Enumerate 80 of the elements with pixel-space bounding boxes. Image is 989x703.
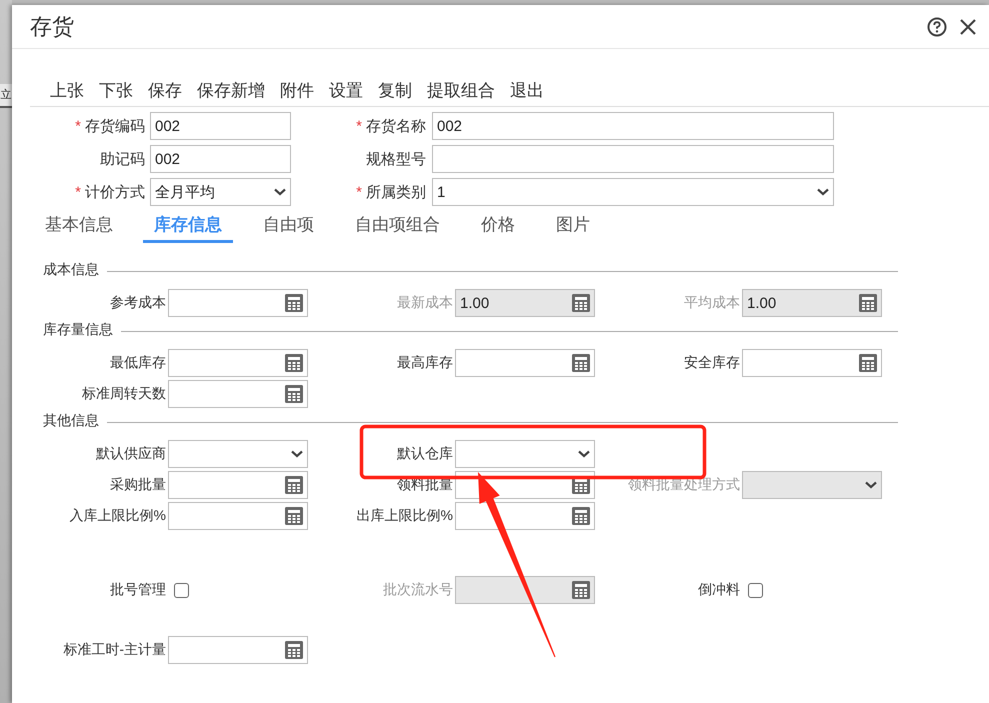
tab[interactable]: 图片 [545,209,601,243]
toolbar-button[interactable]: 保存新增 [197,75,265,106]
section-title: 库存量信息 [43,321,113,339]
chevron-down-icon [865,481,877,489]
close-icon[interactable] [959,18,977,36]
input-field[interactable] [168,289,308,317]
required-mark: * [75,184,81,200]
input-field[interactable] [455,349,595,377]
input-field[interactable] [742,349,882,377]
field-label: 出库上限比例% [356,507,453,525]
required-mark: * [356,184,362,200]
calculator-icon[interactable] [285,294,303,312]
section-title: 其他信息 [43,412,99,430]
toolbar-button[interactable]: 退出 [510,75,544,106]
field-label: 批号管理 [109,581,166,599]
chevron-down-icon [291,450,303,458]
field-label: 参考成本 [109,294,166,312]
input-field[interactable]: 002 [432,112,834,140]
field-label: * 存货编码 [74,116,146,136]
input-field[interactable] [432,145,834,173]
dropdown-field[interactable] [455,440,595,468]
input-field[interactable] [168,380,308,408]
chevron-down-icon [274,188,286,196]
tab[interactable]: 价格 [470,209,526,243]
tab[interactable]: 自由项 [252,209,325,243]
required-mark: * [75,118,81,134]
section-title: 成本信息 [43,261,99,279]
input-field[interactable]: 002 [150,145,291,173]
field-label: 倒冲料 [697,581,740,599]
field-label: 标准工时-主计量 [62,641,166,659]
toolbar-button[interactable]: 上张 [50,75,84,106]
toolbar-button[interactable]: 保存 [148,75,182,106]
calculator-icon[interactable] [285,476,303,494]
calculator-icon[interactable] [859,354,877,372]
chevron-down-icon [578,450,590,458]
dropdown-field[interactable]: 1 [432,178,834,206]
toolbar-button[interactable]: 附件 [280,75,314,106]
field-label: 安全库存 [683,354,740,372]
dropdown-field[interactable]: 全月平均 [150,178,291,206]
input-field[interactable] [168,471,308,499]
field-label: 最新成本 [396,294,453,312]
input-field[interactable] [455,502,595,530]
input-field[interactable] [168,349,308,377]
field-label: * 存货名称 [355,116,427,136]
calculator-icon[interactable] [572,507,590,525]
chevron-down-icon [817,188,829,196]
field-label: 默认仓库 [396,445,453,463]
field-label: 平均成本 [683,294,740,312]
field-label: * 计价方式 [74,182,146,202]
calculator-icon[interactable] [285,385,303,403]
calculator-icon[interactable] [285,507,303,525]
toolbar-button[interactable]: 复制 [378,75,412,106]
input-field[interactable] [168,636,308,664]
field-label: 最低库存 [109,354,166,372]
calculator-icon[interactable] [285,354,303,372]
toolbar-button[interactable]: 提取组合 [427,75,495,106]
field-label: 采购批量 [109,476,166,494]
required-mark: * [356,118,362,134]
field-label: 最高库存 [396,354,453,372]
window-title: 存货 [30,12,75,40]
dropdown-field[interactable] [168,440,308,468]
input-field[interactable] [168,502,308,530]
field-label: 标准周转天数 [81,385,166,403]
background-text: 立 [0,84,12,108]
toolbar-button[interactable]: 下张 [99,75,133,106]
field-label: 助记码 [99,150,146,168]
input-field[interactable]: 002 [150,112,291,140]
tab[interactable]: 基本信息 [34,209,124,243]
field-label: * 所属类别 [355,182,427,202]
field-label: 规格型号 [365,150,427,168]
toolbar-button[interactable]: 设置 [329,75,363,106]
calculator-icon[interactable] [572,354,590,372]
help-icon[interactable] [927,16,947,36]
field-label: 入库上限比例% [68,507,166,525]
field-label: 批次流水号 [382,581,453,599]
checkbox[interactable] [174,582,189,598]
checkbox[interactable] [748,582,763,598]
tab[interactable]: 自由项组合 [344,209,451,243]
calculator-icon[interactable] [285,641,303,659]
field-label: 默认供应商 [95,445,166,463]
